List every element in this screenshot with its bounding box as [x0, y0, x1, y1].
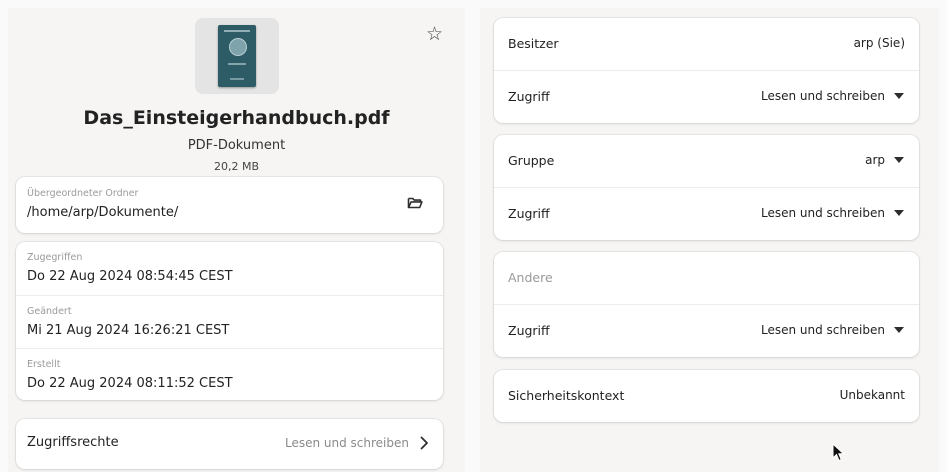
file-size: 20,2 MB	[213, 160, 260, 173]
permissions-row[interactable]: Zugriffsrechte Lesen und schreiben	[16, 419, 443, 469]
access-label: Zugriff	[508, 323, 550, 338]
dates-card: Zugegriffen Do 22 Aug 2024 08:54:45 CEST…	[16, 242, 443, 400]
others-row: Andere	[494, 252, 919, 304]
security-context-label: Sicherheitskontext	[508, 388, 625, 403]
date-value: Do 22 Aug 2024 08:54:45 CEST	[27, 269, 233, 284]
security-context-row: Sicherheitskontext Unbekannt	[494, 370, 919, 422]
group-access-dropdown[interactable]: Zugriff Lesen und schreiben	[494, 187, 919, 239]
parent-folder-card[interactable]: Übergeordneter Ordner /home/arp/Dokument…	[16, 177, 443, 233]
file-name: Das_Einsteigerhandbuch.pdf	[83, 107, 390, 129]
access-value: Lesen und schreiben	[760, 89, 885, 103]
chevron-right-icon	[420, 436, 428, 450]
date-row-accessed: Zugegriffen Do 22 Aug 2024 08:54:45 CEST	[16, 242, 443, 295]
group-card: Gruppe arp Zugriff Lesen und schreiben	[494, 135, 919, 240]
others-card: Andere Zugriff Lesen und schreiben	[494, 252, 919, 357]
date-value: Mi 21 Aug 2024 16:26:21 CEST	[27, 323, 230, 338]
others-access-dropdown[interactable]: Zugriff Lesen und schreiben	[494, 304, 919, 356]
caret-down-icon	[894, 93, 904, 99]
caret-down-icon	[894, 327, 904, 333]
file-type: PDF-Dokument	[187, 138, 286, 153]
folder-open-icon[interactable]	[407, 195, 423, 211]
permissions-label: Zugriffsrechte	[27, 435, 119, 450]
caret-down-icon	[894, 210, 904, 216]
others-label: Andere	[508, 270, 553, 285]
parent-folder-label: Übergeordneter Ordner	[27, 188, 139, 199]
file-thumbnail	[195, 18, 279, 94]
date-label: Erstellt	[27, 359, 61, 370]
group-dropdown[interactable]: Gruppe arp	[494, 135, 919, 187]
date-label: Geändert	[27, 306, 72, 317]
owner-value: arp (Sie)	[853, 36, 905, 50]
date-row-modified: Geändert Mi 21 Aug 2024 16:26:21 CEST	[16, 295, 443, 348]
owner-access-dropdown[interactable]: Zugriff Lesen und schreiben	[494, 70, 919, 122]
access-label: Zugriff	[508, 206, 550, 221]
group-value: arp	[865, 153, 885, 167]
access-label: Zugriff	[508, 89, 550, 104]
star-icon[interactable]: ☆	[426, 25, 443, 44]
file-info-panel: ☆ Das_Einsteigerhandbuch.pdf PDF-Dokumen…	[8, 8, 465, 472]
access-value: Lesen und schreiben	[760, 206, 885, 220]
access-value: Lesen und schreiben	[760, 323, 885, 337]
owner-card: Besitzer arp (Sie) Zugriff Lesen und sch…	[494, 18, 919, 123]
owner-row: Besitzer arp (Sie)	[494, 18, 919, 70]
permissions-value: Lesen und schreiben	[284, 436, 409, 450]
security-context-card: Sicherheitskontext Unbekannt	[494, 370, 919, 422]
mouse-pointer-icon	[832, 443, 845, 462]
parent-folder-path: /home/arp/Dokumente/	[27, 205, 179, 220]
security-context-value: Unbekannt	[839, 388, 905, 402]
date-value: Do 22 Aug 2024 08:11:52 CEST	[27, 376, 233, 391]
group-label: Gruppe	[508, 153, 555, 168]
pdf-cover-image	[218, 25, 256, 87]
permissions-panel: Besitzer arp (Sie) Zugriff Lesen und sch…	[480, 8, 939, 472]
date-label: Zugegriffen	[27, 252, 83, 263]
date-row-created: Erstellt Do 22 Aug 2024 08:11:52 CEST	[16, 348, 443, 400]
caret-down-icon	[894, 157, 904, 163]
owner-label: Besitzer	[508, 36, 559, 51]
